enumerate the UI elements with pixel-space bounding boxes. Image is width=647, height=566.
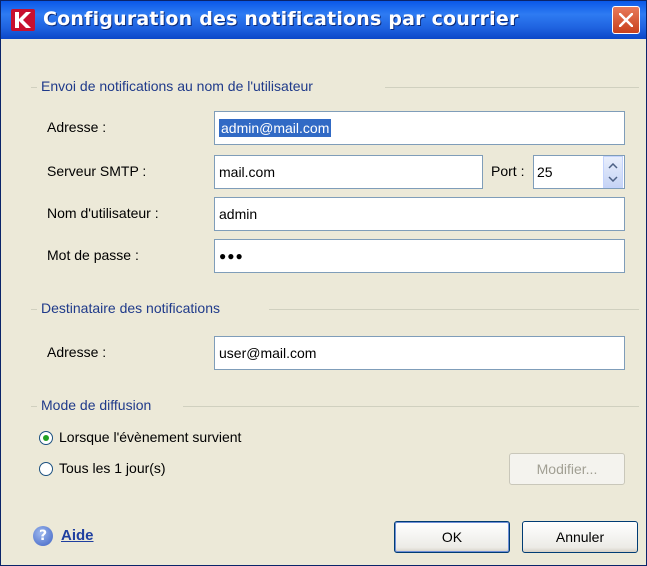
- close-icon: [619, 13, 633, 27]
- cancel-button[interactable]: Annuler: [522, 521, 638, 553]
- spin-up-icon[interactable]: [608, 163, 618, 169]
- group-line-right: [385, 87, 639, 88]
- radio-daily[interactable]: [39, 462, 53, 476]
- username-label: Nom d'utilisateur :: [47, 205, 159, 221]
- recipient-address-label: Adresse :: [47, 344, 107, 360]
- port-spin-buttons[interactable]: [603, 156, 623, 188]
- radio-on-event-label[interactable]: Lorsque l'évènement survient: [59, 429, 241, 445]
- mode-group-legend: Mode de diffusion: [41, 397, 152, 413]
- title-bar[interactable]: Configuration des notifications par cour…: [1, 1, 646, 39]
- close-button[interactable]: [612, 6, 640, 34]
- smtp-server-input[interactable]: mail.com: [214, 155, 483, 189]
- group-line-left: [31, 87, 37, 88]
- sender-address-label: Adresse :: [47, 119, 107, 135]
- help-link[interactable]: Aide: [61, 527, 94, 544]
- port-value: 25: [537, 164, 553, 180]
- smtp-server-label: Serveur SMTP :: [47, 163, 147, 179]
- group-line-left: [31, 309, 37, 310]
- sender-address-value: admin@mail.com: [219, 119, 332, 137]
- ok-button[interactable]: OK: [394, 521, 510, 553]
- window-title: Configuration des notifications par cour…: [43, 8, 519, 30]
- notification-config-dialog: Configuration des notifications par cour…: [0, 0, 647, 566]
- radio-on-event[interactable]: [39, 431, 53, 445]
- username-input[interactable]: admin: [214, 197, 625, 231]
- group-line-right: [269, 309, 639, 310]
- radio-selected-dot: [43, 435, 49, 441]
- password-label: Mot de passe :: [47, 247, 139, 263]
- port-label: Port :: [491, 163, 525, 179]
- radio-daily-label[interactable]: Tous les 1 jour(s): [59, 460, 166, 476]
- recipient-group-legend: Destinataire des notifications: [41, 300, 220, 316]
- help-icon[interactable]: ?: [33, 526, 53, 546]
- group-line-left: [31, 406, 37, 407]
- recipient-address-input[interactable]: user@mail.com: [214, 336, 625, 370]
- spin-down-icon[interactable]: [608, 176, 618, 182]
- password-input[interactable]: ●●●: [214, 239, 625, 273]
- sender-group-legend: Envoi de notifications au nom de l'utili…: [41, 78, 313, 94]
- kaspersky-logo-icon: [11, 9, 35, 31]
- modify-button[interactable]: Modifier...: [509, 453, 625, 485]
- sender-address-input[interactable]: admin@mail.com: [214, 111, 625, 145]
- group-line-right: [183, 406, 639, 407]
